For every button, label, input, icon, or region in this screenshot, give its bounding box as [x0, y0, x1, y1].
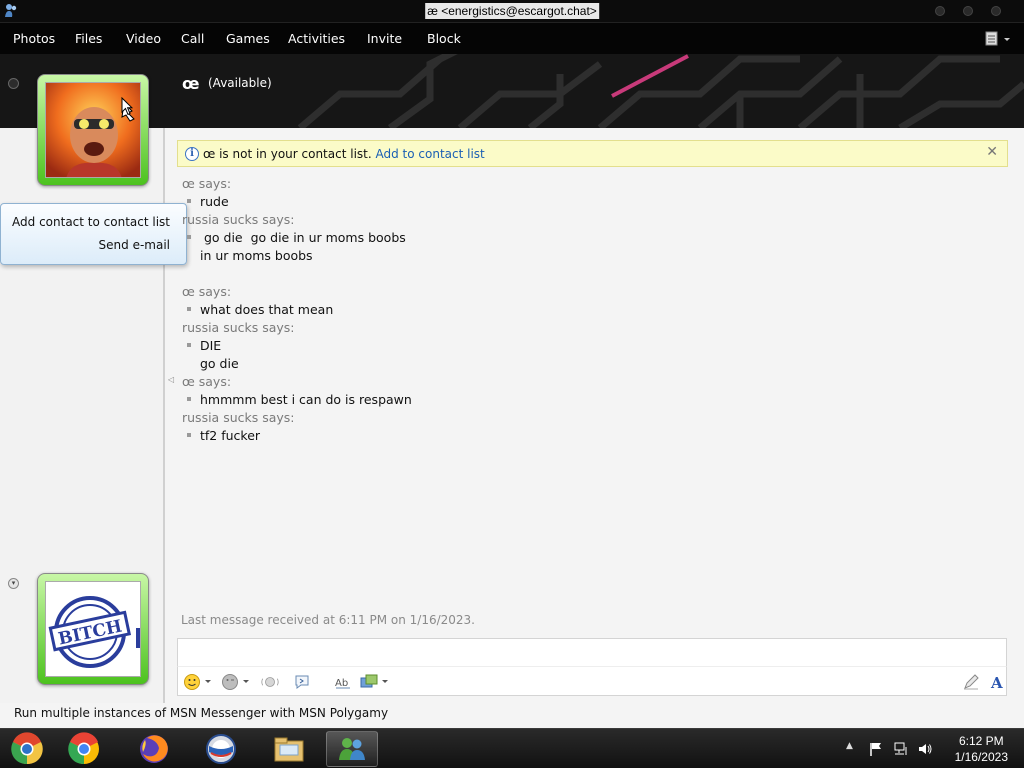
header-pattern: [297, 54, 1024, 128]
message-line: hmmmm best i can do is respawn: [200, 392, 412, 407]
message-line: go die: [200, 356, 239, 371]
show-hidden-icons-icon[interactable]: ▲: [846, 741, 862, 757]
emoticon-icon[interactable]: [183, 673, 201, 691]
close-infobar-icon[interactable]: ✕: [986, 144, 998, 160]
menu-games[interactable]: Games: [226, 31, 270, 46]
clock-time: 6:12 PM: [958, 734, 1004, 748]
input-toolbar: Ab A: [177, 666, 1007, 696]
message-line: go die go die in ur moms boobs: [200, 230, 406, 245]
wink-dropdown-icon[interactable]: [243, 680, 249, 683]
close-button[interactable]: [991, 6, 1001, 16]
message-line: DIE: [200, 338, 222, 353]
nudge-icon[interactable]: [261, 673, 279, 691]
not-in-list-infobar: i œ is not in your contact list. Add to …: [177, 140, 1008, 167]
window-title: æ <energistics@escargot.chat>: [425, 3, 599, 19]
menu-invite[interactable]: Invite: [367, 31, 402, 46]
voice-clip-icon[interactable]: [293, 673, 311, 691]
menu-call[interactable]: Call: [181, 31, 204, 46]
background-dropdown-icon[interactable]: [382, 680, 388, 683]
mouse-cursor-icon: [121, 97, 133, 116]
menu-block[interactable]: Block: [427, 31, 461, 46]
my-avatar-image: BITCH: [46, 582, 140, 676]
wink-icon[interactable]: [221, 673, 239, 691]
message-bullet: [187, 343, 191, 347]
background-icon[interactable]: [360, 673, 378, 691]
conversation-header: œ (Available): [0, 54, 1024, 128]
speaker-label: russia sucks says:: [182, 410, 295, 425]
minimize-button[interactable]: [935, 6, 945, 16]
add-to-contact-list-link[interactable]: Add to contact list: [376, 147, 485, 161]
chrome-canary-icon[interactable]: [1, 731, 53, 767]
menu-activities[interactable]: Activities: [288, 31, 345, 46]
speaker-label: œ says:: [182, 374, 232, 389]
maximize-button[interactable]: [963, 6, 973, 16]
speaker-label: russia sucks says:: [182, 212, 295, 227]
add-contact-menu-item[interactable]: Add contact to contact list: [12, 215, 170, 229]
menu-files[interactable]: Files: [75, 31, 102, 46]
my-avatar[interactable]: BITCH: [37, 573, 149, 685]
system-clock[interactable]: 6:12 PM 1/16/2023: [955, 733, 1008, 765]
message-bullet: [187, 307, 191, 311]
svg-text:A: A: [990, 674, 1003, 691]
message-line: what does that mean: [200, 302, 334, 317]
contact-avatar[interactable]: [37, 74, 149, 186]
polygamy-ad-link[interactable]: Run multiple instances of MSN Messenger …: [14, 706, 388, 720]
action-center-flag-icon[interactable]: [868, 741, 884, 757]
send-email-menu-item[interactable]: Send e-mail: [99, 238, 170, 252]
volume-icon[interactable]: [917, 741, 933, 757]
infobar-message: œ is not in your contact list. Add to co…: [203, 147, 485, 161]
title-bar: æ <energistics@escargot.chat>: [0, 0, 1024, 22]
message-line: rude: [200, 194, 229, 209]
menu-photos[interactable]: Photos: [13, 31, 55, 46]
collapse-bottom-toggle[interactable]: ▾: [8, 578, 19, 589]
last-message-received: Last message received at 6:11 PM on 1/16…: [181, 613, 475, 627]
messenger-buddy-icon[interactable]: [3, 3, 19, 19]
message-bullet: [187, 235, 191, 239]
svg-text:Ab: Ab: [335, 678, 348, 689]
conversation-history: œ says: rude russia sucks says: go die g…: [166, 172, 1016, 612]
panel-resize-arrow-icon[interactable]: ◁: [168, 375, 174, 384]
font-icon[interactable]: A: [988, 673, 1006, 691]
network-icon[interactable]: [893, 741, 909, 757]
firefox-icon[interactable]: [128, 731, 180, 767]
speaker-label: russia sucks says:: [182, 320, 295, 335]
collapse-top-toggle[interactable]: [8, 78, 19, 89]
handwriting-icon[interactable]: Ab: [334, 673, 352, 691]
menu-video[interactable]: Video: [126, 31, 161, 46]
messenger-icon[interactable]: [326, 731, 378, 767]
avatar-context-menu: Add contact to contact list Send e-mail: [0, 203, 187, 265]
message-bullet: [187, 397, 191, 401]
info-icon: i: [185, 147, 199, 161]
opera-icon[interactable]: [195, 731, 247, 767]
speaker-label: œ says:: [182, 284, 232, 299]
contact-name: œ: [182, 74, 200, 93]
message-line: in ur moms boobs: [200, 248, 313, 263]
menu-bar: Photos Files Video Call Games Activities…: [0, 22, 1024, 54]
pen-icon[interactable]: [962, 673, 980, 691]
taskbar: ▲ 6:12 PM 1/16/2023: [0, 728, 1024, 768]
speaker-label: œ says:: [182, 176, 232, 191]
emoticon-dropdown-icon[interactable]: [205, 680, 211, 683]
file-explorer-icon[interactable]: [263, 731, 315, 767]
message-line: tf2 fucker: [200, 428, 261, 443]
message-bullet: [187, 199, 191, 203]
options-menu-icon[interactable]: [984, 30, 1016, 48]
chrome-icon[interactable]: [58, 731, 110, 767]
message-input[interactable]: [177, 638, 1007, 666]
contact-status: (Available): [208, 76, 272, 90]
infobar-text: œ is not in your contact list.: [203, 147, 372, 161]
clock-date: 1/16/2023: [954, 750, 1008, 764]
message-bullet: [187, 433, 191, 437]
